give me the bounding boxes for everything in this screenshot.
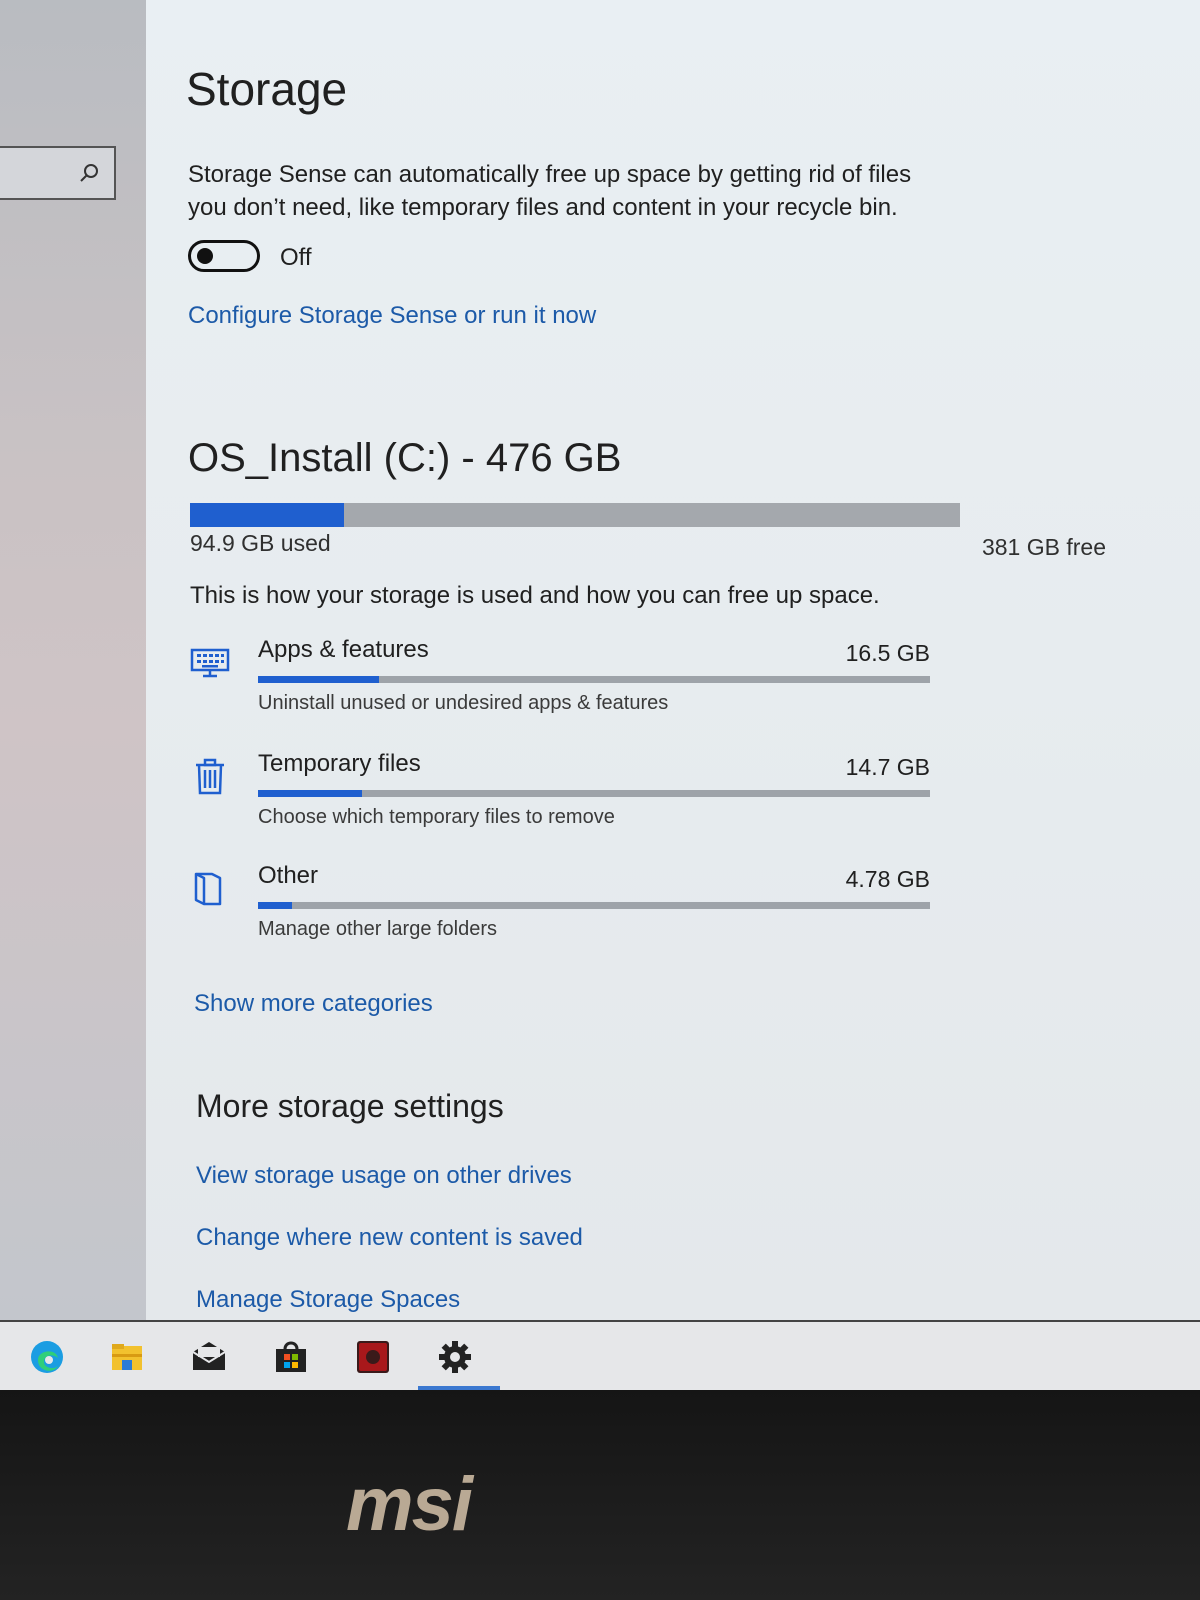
mail-icon[interactable]	[182, 1332, 234, 1382]
monitor-bezel: msi	[0, 1390, 1200, 1600]
category-subtitle: Uninstall unused or undesired apps & fea…	[258, 692, 669, 714]
trash-icon	[196, 758, 224, 795]
file-explorer-icon[interactable]	[100, 1332, 152, 1382]
settings-icon[interactable]	[428, 1332, 480, 1382]
drive-usage-fill	[190, 503, 344, 527]
category-other[interactable]: Other 4.78 GB Manage other large folders	[190, 862, 930, 954]
change-save-location-link[interactable]: Change where new content is saved	[196, 1224, 583, 1252]
category-apps-features[interactable]: Apps & features 16.5 GB Uninstall unused…	[190, 636, 930, 728]
drive-free-label: 381 GB free	[981, 534, 1106, 560]
storage-page: Storage Storage Sense can automatically …	[146, 0, 1200, 1320]
screen: Storage Storage Sense can automatically …	[0, 0, 1200, 1320]
category-name: Apps & features	[258, 636, 429, 663]
category-usage-fill	[258, 902, 292, 909]
toggle-knob	[197, 248, 213, 264]
media-app-icon[interactable]	[346, 1332, 398, 1382]
category-usage-bar	[258, 676, 930, 683]
category-usage-fill	[258, 676, 379, 683]
category-subtitle: Choose which temporary files to remove	[258, 806, 615, 828]
msi-logo: msi	[346, 1472, 477, 1542]
category-size: 4.78 GB	[845, 866, 930, 892]
manage-storage-spaces-link[interactable]: Manage Storage Spaces	[196, 1286, 460, 1314]
show-more-categories-link[interactable]: Show more categories	[194, 990, 433, 1018]
category-subtitle: Manage other large folders	[258, 918, 498, 940]
drive-title: OS_Install (C:) - 476 GB	[188, 436, 622, 480]
configure-storage-sense-link[interactable]: Configure Storage Sense or run it now	[188, 302, 596, 330]
category-name: Other	[258, 862, 319, 889]
view-other-drives-link[interactable]: View storage usage on other drives	[196, 1162, 572, 1190]
category-name: Temporary files	[258, 750, 421, 777]
category-usage-fill	[258, 790, 363, 797]
storage-usage-note: This is how your storage is used and how…	[190, 582, 880, 609]
settings-search-box[interactable]	[0, 146, 116, 200]
keyboard-icon	[190, 648, 230, 678]
drive-usage-bar	[190, 503, 960, 527]
search-icon[interactable]	[78, 162, 100, 184]
settings-sidebar	[0, 0, 146, 1320]
edge-icon[interactable]	[20, 1332, 72, 1382]
drive-used-label: 94.9 GB used	[190, 530, 331, 556]
more-storage-settings-title: More storage settings	[196, 1088, 504, 1124]
category-usage-bar	[258, 902, 930, 909]
store-icon[interactable]	[264, 1332, 316, 1382]
toggle-state-label: Off	[280, 244, 312, 271]
taskbar	[0, 1320, 1200, 1390]
brand-logo-text: msi	[346, 1472, 475, 1542]
storage-sense-description: Storage Sense can automatically free up …	[188, 161, 912, 221]
category-usage-bar	[258, 790, 930, 797]
page-title: Storage	[186, 63, 348, 115]
storage-sense-toggle[interactable]	[188, 240, 260, 272]
folder-icon	[194, 872, 222, 906]
category-size: 16.5 GB	[845, 640, 930, 666]
category-size: 14.7 GB	[845, 754, 930, 780]
category-temporary-files[interactable]: Temporary files 14.7 GB Choose which tem…	[190, 750, 930, 842]
